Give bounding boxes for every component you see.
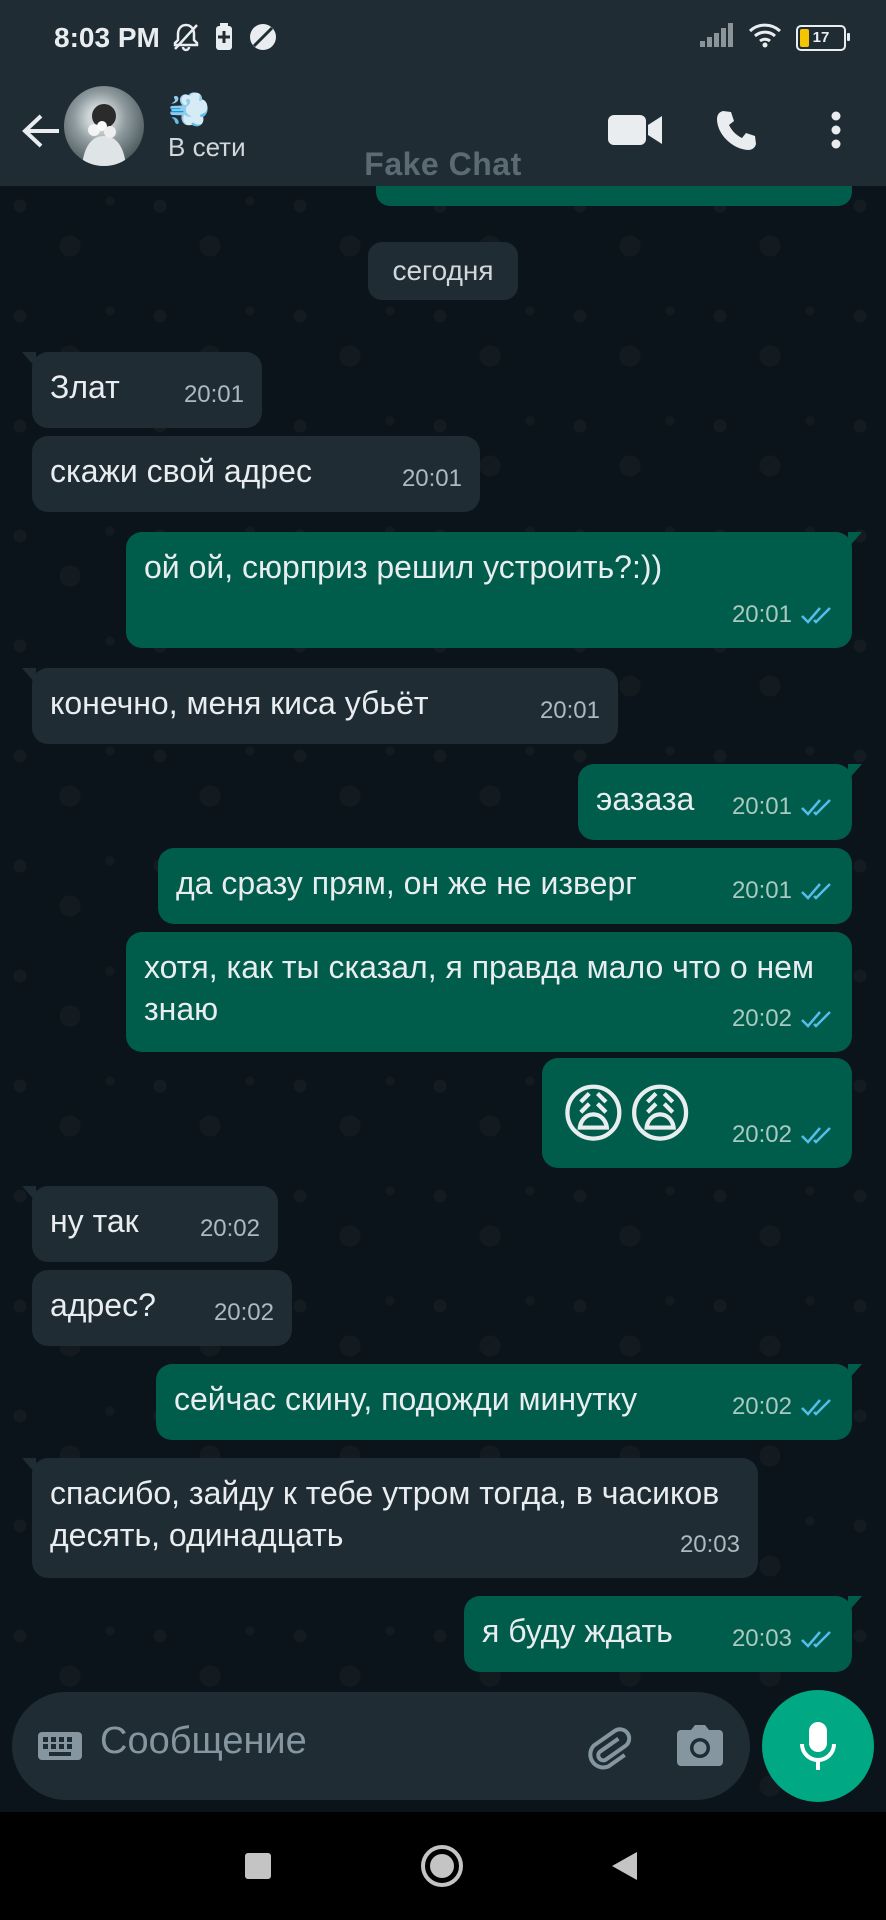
message-incoming[interactable]: Злат 20:01 bbox=[22, 352, 262, 428]
contact-name[interactable]: 💨 bbox=[168, 90, 210, 130]
status-left-icons bbox=[172, 22, 278, 57]
message-text: скажи свой адрес bbox=[50, 453, 312, 489]
battery-level: 17 bbox=[812, 29, 830, 46]
read-ticks-icon bbox=[801, 799, 831, 816]
message-outgoing[interactable]: я буду ждать 20:03 bbox=[464, 1596, 862, 1672]
status-right-icons: 17 bbox=[700, 22, 850, 53]
chat-area[interactable]: сегодня Злат 20:01 скажи свой адрес 20:0… bbox=[0, 186, 886, 1696]
keyboard-icon[interactable] bbox=[36, 1722, 84, 1770]
message-time: 20:01 bbox=[401, 465, 462, 492]
read-ticks-icon bbox=[801, 607, 831, 624]
message-outgoing[interactable]: хотя, как ты сказал, я правда мало что о… bbox=[126, 932, 852, 1052]
message-outgoing[interactable]: ой ой, сюрприз решил устроить?:)) 20:01 bbox=[126, 532, 862, 648]
message-incoming[interactable]: конечно, меня киса убьёт 20:01 bbox=[22, 668, 618, 744]
message-time: 20:01 bbox=[731, 877, 792, 904]
message-text: конечно, меня киса убьёт bbox=[50, 685, 429, 721]
status-bar: 8:03 PM 17 bbox=[0, 0, 886, 76]
message-outgoing[interactable]: эазаза 20:01 bbox=[578, 764, 862, 840]
message-input[interactable]: Сообщение bbox=[100, 1720, 307, 1763]
signal-icon bbox=[700, 23, 734, 52]
phone-icon[interactable] bbox=[706, 100, 766, 160]
more-vert-icon[interactable] bbox=[806, 100, 866, 160]
chat-header: 💨 В сети Fake Chat bbox=[0, 76, 886, 186]
status-time: 8:03 PM bbox=[54, 22, 160, 53]
message-time: 20:02 bbox=[731, 1121, 792, 1148]
message-text: хотя, как ты сказал, я правда мало что о… bbox=[144, 949, 814, 1027]
back-nav-icon[interactable] bbox=[598, 1840, 650, 1892]
mic-button[interactable] bbox=[762, 1690, 874, 1802]
message-outgoing[interactable]: да сразу прям, он же не изверг 20:01 bbox=[158, 848, 852, 924]
read-ticks-icon bbox=[801, 1011, 831, 1028]
message-time: 20:03 bbox=[679, 1531, 740, 1558]
message-time: 20:02 bbox=[731, 1393, 792, 1420]
read-ticks-icon bbox=[801, 1631, 831, 1648]
message-outgoing[interactable]: сейчас скину, подожди минутку 20:02 bbox=[156, 1364, 862, 1440]
message-text: ой ой, сюрприз решил устроить?:)) bbox=[144, 549, 663, 585]
message-time: 20:01 bbox=[731, 793, 792, 820]
message-incoming[interactable]: спасибо, зайду к тебе утром тогда, в час… bbox=[22, 1458, 758, 1578]
home-icon[interactable] bbox=[416, 1840, 468, 1892]
message-composer[interactable]: Сообщение bbox=[12, 1692, 750, 1800]
message-incoming[interactable]: ну так 20:02 bbox=[22, 1186, 278, 1262]
message-time: 20:03 bbox=[731, 1625, 792, 1652]
battery-icon: 17 bbox=[796, 24, 850, 51]
read-ticks-icon bbox=[801, 1399, 831, 1416]
message-time: 20:01 bbox=[731, 601, 792, 628]
message-incoming[interactable]: скажи свой адрес 20:01 bbox=[32, 436, 480, 512]
message-time: 20:01 bbox=[539, 697, 600, 724]
message-time: 20:02 bbox=[213, 1299, 274, 1326]
mic-icon bbox=[800, 1722, 836, 1770]
partial-previous-message bbox=[376, 186, 852, 206]
message-time: 20:02 bbox=[731, 1005, 792, 1032]
no-disturb-icon bbox=[248, 22, 278, 57]
date-chip: сегодня bbox=[368, 242, 518, 300]
message-outgoing[interactable]: 😩😩 20:02 bbox=[542, 1058, 852, 1168]
mute-bell-icon bbox=[172, 22, 200, 57]
video-call-icon[interactable] bbox=[606, 100, 666, 160]
attach-icon[interactable] bbox=[580, 1718, 636, 1774]
message-text: спасибо, зайду к тебе утром тогда, в час… bbox=[50, 1475, 720, 1553]
recents-icon[interactable] bbox=[232, 1840, 284, 1892]
battery-saver-icon bbox=[214, 22, 234, 57]
read-ticks-icon bbox=[801, 1127, 831, 1144]
camera-icon[interactable] bbox=[672, 1718, 728, 1774]
read-ticks-icon bbox=[801, 883, 831, 900]
message-incoming[interactable]: адрес? 20:02 bbox=[32, 1270, 292, 1346]
system-nav-bar bbox=[0, 1812, 886, 1920]
message-time: 20:02 bbox=[199, 1215, 260, 1242]
wifi-icon bbox=[748, 22, 782, 53]
message-time: 20:01 bbox=[183, 381, 244, 408]
